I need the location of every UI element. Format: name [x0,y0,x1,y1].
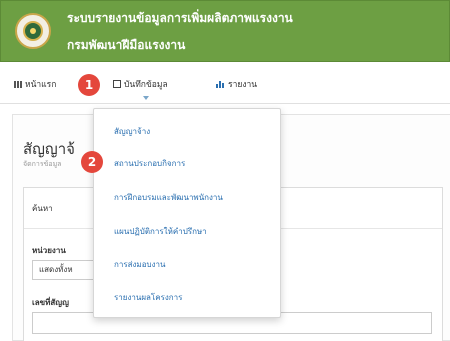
record-data-dropdown: สัญญาจ้าง สถานประกอบกิจการ การฝึกอบรมและ… [93,108,281,318]
menu-item-delivery[interactable]: การส่งมอบงาน [114,258,165,271]
app-header: ระบบรายงานข้อมูลการเพิ่มผลิตภาพแรงงาน กร… [0,0,450,62]
nav-report-label: รายงาน [228,80,258,90]
nav-home[interactable]: หน้าแรก [14,77,56,91]
menu-item-project-report[interactable]: รายงานผลโครงการ [114,291,182,304]
menu-item-contract[interactable]: สัญญาจ้าง [114,125,150,138]
main-navbar: หน้าแรก บันทึกข้อมูล รายงาน [0,62,450,104]
step-badge-2: 2 [81,151,103,173]
grid-icon [14,80,22,88]
chart-icon [216,80,225,88]
chevron-down-icon [143,96,149,100]
step-badge-1: 1 [78,74,100,96]
department-name: กรมพัฒนาฝีมือแรงงาน [67,38,186,52]
search-heading: ค้นหา [32,204,53,213]
department-logo [15,13,51,49]
edit-icon [113,80,121,88]
menu-item-establishment[interactable]: สถานประกอบกิจการ [114,157,185,170]
menu-item-training[interactable]: การฝึกอบรมและพัฒนาพนักงาน [114,191,223,204]
nav-home-label: หน้าแรก [25,80,57,90]
app-title: ระบบรายงานข้อมูลการเพิ่มผลิตภาพแรงงาน [67,11,293,25]
nav-record-label: บันทึกข้อมูล [124,80,168,90]
nav-record-data[interactable]: บันทึกข้อมูล [113,77,168,91]
unit-label: หน่วยงาน [32,246,66,255]
menu-item-consulting-plan[interactable]: แผนปฏิบัติการให้คำปรึกษา [114,225,207,238]
nav-report[interactable]: รายงาน [216,77,257,91]
